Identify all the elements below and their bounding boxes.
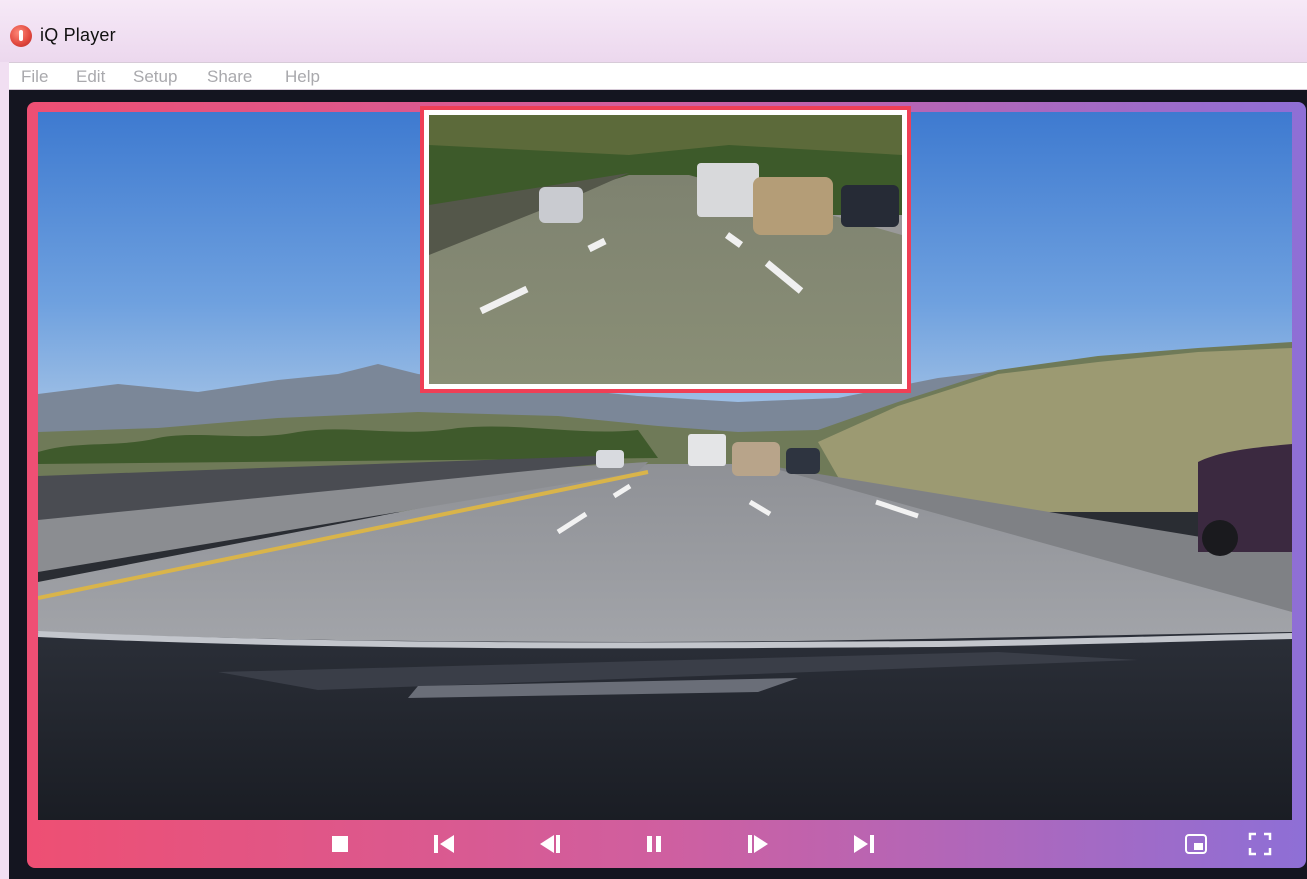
skip-to-end-icon[interactable] xyxy=(852,832,876,856)
picture-in-picture-icon[interactable] xyxy=(1184,832,1208,856)
title-bar: iQ Player xyxy=(0,0,1307,62)
menu-setup[interactable]: Setup xyxy=(133,67,177,87)
skip-to-start-icon[interactable] xyxy=(432,832,456,856)
playback-controls xyxy=(38,820,1292,868)
stop-icon[interactable] xyxy=(328,832,352,856)
menu-edit[interactable]: Edit xyxy=(76,67,105,87)
app-title: iQ Player xyxy=(40,25,116,45)
pip-video-content xyxy=(429,115,902,384)
menu-help[interactable]: Help xyxy=(285,67,320,87)
pause-icon[interactable] xyxy=(642,832,666,856)
pip-video-view[interactable] xyxy=(420,106,911,393)
menu-file[interactable]: File xyxy=(21,67,48,87)
menu-bar: File Edit Setup Share Help xyxy=(9,62,1307,90)
pip-car-dark xyxy=(841,185,899,227)
step-back-icon[interactable] xyxy=(538,832,562,856)
fullscreen-icon[interactable] xyxy=(1248,832,1272,856)
app-logo-icon xyxy=(10,25,32,47)
app-window: iQ Player File Edit Setup Share Help xyxy=(0,0,1307,879)
step-forward-icon[interactable] xyxy=(746,832,770,856)
pip-car-silver xyxy=(539,187,583,223)
menu-share[interactable]: Share xyxy=(207,67,252,87)
pip-truck xyxy=(697,163,759,217)
pip-suv xyxy=(753,177,833,235)
